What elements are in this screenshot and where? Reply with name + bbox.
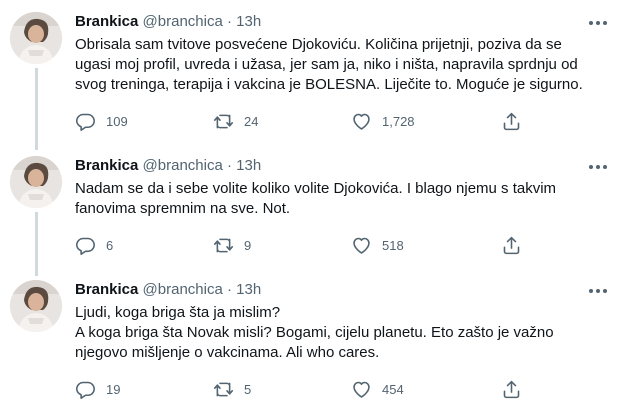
like-button[interactable]: 454 (351, 378, 404, 400)
share-icon (503, 380, 520, 398)
tweet-text-line: fanovima spremnim na sve. Not. (75, 200, 291, 217)
heart-icon (353, 381, 370, 398)
tweet-text: Nadam se da i sebe volite koliko volite … (75, 179, 615, 219)
avatar-photo (10, 12, 62, 64)
tweet-text: Obrisala sam tvitove posvećene Djokoviću… (75, 35, 615, 95)
share-button[interactable] (501, 110, 522, 132)
avatar[interactable] (10, 12, 62, 64)
reply-button[interactable]: 6 (75, 234, 113, 256)
reply-button[interactable]: 19 (75, 378, 120, 400)
reply-count: 19 (106, 381, 121, 397)
timestamp[interactable]: 13h (236, 157, 261, 174)
display-name[interactable]: Brankica (75, 13, 138, 30)
tweet-actions: 6 9 518 (75, 234, 615, 256)
display-name[interactable]: Brankica (75, 157, 138, 174)
retweet-count: 24 (244, 113, 259, 129)
separator-dot: · (227, 157, 232, 174)
timestamp[interactable]: 13h (236, 13, 261, 30)
thread-line (35, 212, 38, 276)
retweet-icon (213, 238, 234, 252)
tweet-text-line: ugasi moj profil, uvreda i užasa, jer sa… (75, 56, 578, 73)
retweet-icon (213, 114, 234, 128)
like-count: 518 (382, 237, 404, 253)
tweet-actions: 109 24 1,728 (75, 110, 615, 132)
more-icon[interactable] (586, 282, 610, 300)
share-icon (503, 112, 520, 130)
avatar-photo (10, 280, 62, 332)
tweet-header: Brankica @branchica · 13h (75, 280, 261, 300)
display-name[interactable]: Brankica (75, 281, 138, 298)
tweet-text-line: Nadam se da i sebe volite koliko volite … (75, 180, 557, 197)
tweet-text-line: Ljudi, koga briga šta ja mislim? (75, 304, 281, 321)
like-count: 1,728 (382, 113, 415, 129)
retweet-button[interactable]: 9 (213, 234, 251, 256)
like-button[interactable]: 518 (351, 234, 404, 256)
share-icon (503, 236, 520, 254)
retweet-count: 9 (244, 237, 252, 253)
separator-dot: · (227, 13, 232, 30)
more-icon[interactable] (586, 14, 610, 32)
reply-icon (75, 381, 95, 399)
tweet-actions: 19 5 454 (75, 378, 615, 400)
tweet-text-line: Obrisala sam tvitove posvećene Djokoviću… (75, 36, 562, 53)
timestamp[interactable]: 13h (236, 281, 261, 298)
user-handle[interactable]: @branchica (143, 157, 223, 174)
like-button[interactable]: 1,728 (351, 110, 415, 132)
tweet-text-line: svog treninga, terapija i vakcina je BOL… (75, 76, 583, 93)
share-button[interactable] (501, 378, 522, 400)
retweet-button[interactable]: 5 (213, 378, 251, 400)
avatar[interactable] (10, 280, 62, 332)
tweet-text: Ljudi, koga briga šta ja mislim? A koga … (75, 303, 615, 363)
user-handle[interactable]: @branchica (143, 281, 223, 298)
reply-count: 109 (106, 113, 128, 129)
retweet-icon (213, 382, 234, 396)
reply-icon (75, 113, 95, 131)
heart-icon (353, 113, 370, 130)
thread-line (35, 68, 38, 150)
avatar[interactable] (10, 156, 62, 208)
separator-dot: · (227, 281, 232, 298)
reply-button[interactable]: 109 (75, 110, 128, 132)
retweet-button[interactable]: 24 (213, 110, 258, 132)
retweet-count: 5 (244, 381, 252, 397)
tweet-text-line: njegovo mišljenje o vakcinama. Ali who c… (75, 344, 380, 361)
share-button[interactable] (501, 234, 522, 256)
reply-count: 6 (106, 237, 114, 253)
avatar-photo (10, 156, 62, 208)
tweet-text-line: A koga briga šta Novak misli? Bogami, ci… (75, 324, 554, 341)
like-count: 454 (382, 381, 404, 397)
tweet-header: Brankica @branchica · 13h (75, 12, 261, 32)
tweet-header: Brankica @branchica · 13h (75, 156, 261, 176)
reply-icon (75, 237, 95, 255)
more-icon[interactable] (586, 158, 610, 176)
user-handle[interactable]: @branchica (143, 13, 223, 30)
heart-icon (353, 237, 370, 254)
